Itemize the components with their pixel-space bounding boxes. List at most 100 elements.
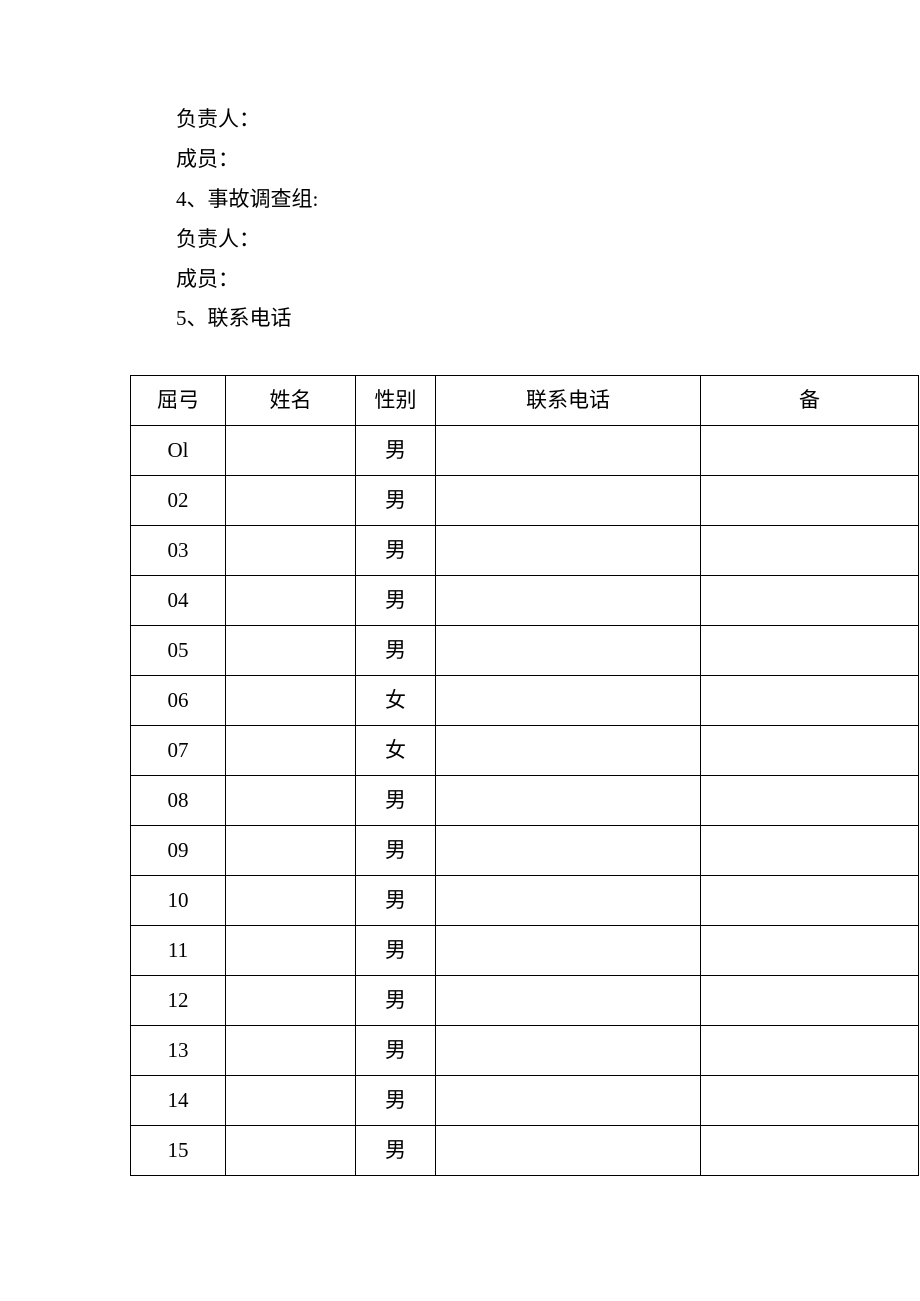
cell-name bbox=[226, 976, 356, 1026]
cell-idx: 07 bbox=[131, 726, 226, 776]
text-line: 成员： bbox=[176, 140, 920, 180]
cell-sex: 男 bbox=[356, 1076, 436, 1126]
header-index: 屈弓 bbox=[131, 376, 226, 426]
cell-sex: 男 bbox=[356, 1126, 436, 1176]
table-row: 02 男 bbox=[131, 476, 919, 526]
cell-idx: 04 bbox=[131, 576, 226, 626]
table-row: 08 男 bbox=[131, 776, 919, 826]
cell-idx: 05 bbox=[131, 626, 226, 676]
table-row: 06 女 bbox=[131, 676, 919, 726]
cell-note bbox=[701, 676, 919, 726]
cell-note bbox=[701, 626, 919, 676]
cell-idx: 11 bbox=[131, 926, 226, 976]
cell-note bbox=[701, 1076, 919, 1126]
cell-idx: 10 bbox=[131, 876, 226, 926]
text-block: 负责人： 成员： 4、事故调查组: 负责人： 成员： 5、联系电话 bbox=[176, 100, 920, 339]
cell-note bbox=[701, 926, 919, 976]
table-row: 03 男 bbox=[131, 526, 919, 576]
cell-phone bbox=[436, 876, 701, 926]
cell-note bbox=[701, 1126, 919, 1176]
cell-name bbox=[226, 476, 356, 526]
cell-phone bbox=[436, 626, 701, 676]
cell-note bbox=[701, 826, 919, 876]
cell-idx: 09 bbox=[131, 826, 226, 876]
cell-note bbox=[701, 876, 919, 926]
cell-name bbox=[226, 926, 356, 976]
cell-phone bbox=[436, 726, 701, 776]
cell-note bbox=[701, 476, 919, 526]
table-row: 05 男 bbox=[131, 626, 919, 676]
cell-phone bbox=[436, 576, 701, 626]
header-name: 姓名 bbox=[226, 376, 356, 426]
cell-note bbox=[701, 776, 919, 826]
cell-phone bbox=[436, 476, 701, 526]
cell-phone bbox=[436, 676, 701, 726]
cell-note bbox=[701, 526, 919, 576]
cell-name bbox=[226, 626, 356, 676]
cell-sex: 男 bbox=[356, 476, 436, 526]
cell-sex: 男 bbox=[356, 826, 436, 876]
table-row: 13 男 bbox=[131, 1026, 919, 1076]
table-row: Ol男 bbox=[131, 426, 919, 476]
cell-idx: 06 bbox=[131, 676, 226, 726]
cell-phone bbox=[436, 1126, 701, 1176]
table-row: 09 男 bbox=[131, 826, 919, 876]
cell-idx: 15 bbox=[131, 1126, 226, 1176]
cell-sex: 男 bbox=[356, 1026, 436, 1076]
cell-phone bbox=[436, 1076, 701, 1126]
cell-sex: 女 bbox=[356, 676, 436, 726]
cell-phone bbox=[436, 826, 701, 876]
cell-sex: 男 bbox=[356, 776, 436, 826]
cell-name bbox=[226, 576, 356, 626]
document-page: 负责人： 成员： 4、事故调查组: 负责人： 成员： 5、联系电话 屈弓 姓名 … bbox=[0, 0, 920, 1176]
cell-note bbox=[701, 726, 919, 776]
cell-note bbox=[701, 426, 919, 476]
cell-phone bbox=[436, 526, 701, 576]
contact-table: 屈弓 姓名 性别 联系电话 备 Ol男02男03男04男05男06女07女08男… bbox=[130, 375, 919, 1176]
cell-name bbox=[226, 1076, 356, 1126]
text-line: 负责人： bbox=[176, 100, 920, 140]
text-line: 5、联系电话 bbox=[176, 299, 920, 339]
cell-sex: 男 bbox=[356, 926, 436, 976]
cell-idx: 02 bbox=[131, 476, 226, 526]
table-row: 04 男 bbox=[131, 576, 919, 626]
text-line: 负责人： bbox=[176, 220, 920, 260]
header-note: 备 bbox=[701, 376, 919, 426]
cell-sex: 女 bbox=[356, 726, 436, 776]
table-body: Ol男02男03男04男05男06女07女08男09男10男11男12男13男1… bbox=[131, 426, 919, 1176]
cell-name bbox=[226, 876, 356, 926]
cell-sex: 男 bbox=[356, 626, 436, 676]
cell-idx: 03 bbox=[131, 526, 226, 576]
cell-name bbox=[226, 1026, 356, 1076]
cell-idx: 08 bbox=[131, 776, 226, 826]
cell-note bbox=[701, 576, 919, 626]
cell-phone bbox=[436, 926, 701, 976]
cell-name bbox=[226, 1126, 356, 1176]
text-line: 4、事故调查组: bbox=[176, 180, 920, 220]
cell-idx: 12 bbox=[131, 976, 226, 1026]
cell-name bbox=[226, 526, 356, 576]
table-row: 11 男 bbox=[131, 926, 919, 976]
cell-sex: 男 bbox=[356, 976, 436, 1026]
cell-phone bbox=[436, 776, 701, 826]
cell-name bbox=[226, 776, 356, 826]
text-line: 成员： bbox=[176, 260, 920, 300]
cell-sex: 男 bbox=[356, 576, 436, 626]
cell-name bbox=[226, 676, 356, 726]
cell-idx: 14 bbox=[131, 1076, 226, 1126]
table-row: 15 男 bbox=[131, 1126, 919, 1176]
cell-sex: 男 bbox=[356, 526, 436, 576]
table-row: 12 男 bbox=[131, 976, 919, 1026]
cell-name bbox=[226, 726, 356, 776]
cell-idx: Ol bbox=[131, 426, 226, 476]
cell-idx: 13 bbox=[131, 1026, 226, 1076]
cell-note bbox=[701, 1026, 919, 1076]
header-phone: 联系电话 bbox=[436, 376, 701, 426]
table-row: 14 男 bbox=[131, 1076, 919, 1126]
cell-name bbox=[226, 426, 356, 476]
cell-note bbox=[701, 976, 919, 1026]
table-header-row: 屈弓 姓名 性别 联系电话 备 bbox=[131, 376, 919, 426]
cell-phone bbox=[436, 1026, 701, 1076]
cell-phone bbox=[436, 426, 701, 476]
cell-sex: 男 bbox=[356, 876, 436, 926]
